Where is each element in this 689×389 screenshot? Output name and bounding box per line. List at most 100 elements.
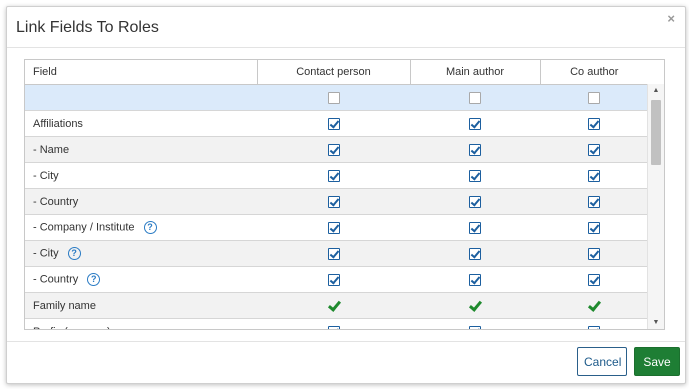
role-cell xyxy=(410,110,540,137)
checkmark-icon xyxy=(469,301,481,311)
checkbox-main[interactable] xyxy=(469,117,481,130)
role-cell xyxy=(257,162,410,189)
field-label: - City xyxy=(33,169,59,182)
field-label: - Company / Institute xyxy=(33,221,135,234)
checkmark-icon xyxy=(328,301,340,311)
help-icon[interactable]: ? xyxy=(67,247,81,260)
header-row: Field Contact person Main author Co auth… xyxy=(25,60,648,85)
checkbox-co[interactable] xyxy=(588,325,600,329)
role-cell xyxy=(540,266,648,293)
checkbox-co[interactable] xyxy=(588,195,600,208)
field-cell: - Company / Institute? xyxy=(25,214,257,241)
column-header-contact-person[interactable]: Contact person xyxy=(257,60,411,85)
checkbox-contact[interactable] xyxy=(327,169,340,182)
checkbox-contact[interactable] xyxy=(327,143,340,156)
role-cell xyxy=(540,240,648,267)
field-cell: - City? xyxy=(25,240,257,267)
field-cell: - Country? xyxy=(25,266,257,293)
checkbox-contact[interactable] xyxy=(327,195,340,208)
role-cell xyxy=(257,292,410,319)
filter-cell xyxy=(257,84,410,111)
checkbox-main[interactable] xyxy=(469,247,481,260)
column-header-field[interactable]: Field xyxy=(25,60,258,85)
field-cell: Affiliations xyxy=(25,110,257,137)
filter-cell xyxy=(410,84,540,111)
cancel-button[interactable]: Cancel xyxy=(577,347,627,376)
checkbox-main[interactable] xyxy=(469,195,481,208)
checkbox-main[interactable] xyxy=(469,143,481,156)
table-row: Affiliations xyxy=(25,110,648,137)
vertical-scrollbar[interactable]: ▲ ▼ xyxy=(647,84,664,329)
field-cell: - Country xyxy=(25,188,257,215)
scrollbar-thumb[interactable] xyxy=(651,100,661,165)
checkbox-main[interactable] xyxy=(469,325,481,329)
role-cell xyxy=(410,162,540,189)
role-cell xyxy=(540,214,648,241)
field-cell: - Name xyxy=(25,136,257,163)
role-cell xyxy=(410,318,540,329)
filter-cell xyxy=(540,84,648,111)
table-row: - Company / Institute? xyxy=(25,214,648,241)
role-cell xyxy=(410,240,540,267)
scroll-down-icon[interactable]: ▼ xyxy=(648,319,664,326)
role-cell xyxy=(540,318,648,329)
field-label: - City xyxy=(33,247,59,260)
grid-body: Field Contact person Main author Co auth… xyxy=(25,60,648,330)
checkbox-contact[interactable] xyxy=(327,325,340,329)
role-cell xyxy=(410,292,540,319)
role-cell xyxy=(410,136,540,163)
role-cell xyxy=(540,110,648,137)
role-cell xyxy=(410,214,540,241)
filter-row xyxy=(25,84,648,111)
checkbox-main[interactable] xyxy=(469,273,481,286)
table-row: - City xyxy=(25,162,648,189)
filter-checkbox-contact[interactable] xyxy=(327,91,340,104)
field-cell: - City xyxy=(25,162,257,189)
field-label: Affiliations xyxy=(33,117,83,130)
filter-checkbox-co[interactable] xyxy=(588,91,600,104)
checkbox-co[interactable] xyxy=(588,273,600,286)
role-cell xyxy=(257,240,410,267)
field-label: - Name xyxy=(33,143,70,156)
table-row: - Country xyxy=(25,188,648,215)
role-cell xyxy=(257,136,410,163)
checkbox-contact[interactable] xyxy=(327,247,340,260)
dialog-title: Link Fields To Roles xyxy=(16,19,159,36)
checkbox-co[interactable] xyxy=(588,143,600,156)
checkbox-co[interactable] xyxy=(588,247,600,260)
checkbox-contact[interactable] xyxy=(327,273,340,286)
table-row: - Name xyxy=(25,136,648,163)
role-cell xyxy=(410,188,540,215)
help-icon[interactable]: ? xyxy=(87,273,101,286)
checkbox-co[interactable] xyxy=(588,221,600,234)
save-button[interactable]: Save xyxy=(634,347,680,376)
link-fields-dialog: Link Fields To Roles × Field Contact per… xyxy=(6,6,686,384)
filter-field-cell xyxy=(25,84,257,111)
checkbox-contact[interactable] xyxy=(327,221,340,234)
filter-checkbox-main[interactable] xyxy=(469,91,481,104)
table-row: Family name xyxy=(25,292,648,319)
role-cell xyxy=(257,266,410,293)
column-header-main-author[interactable]: Main author xyxy=(410,60,541,85)
close-icon[interactable]: × xyxy=(667,11,675,26)
checkbox-contact[interactable] xyxy=(327,117,340,130)
checkbox-main[interactable] xyxy=(469,169,481,182)
scroll-up-icon[interactable]: ▲ xyxy=(648,87,664,94)
role-cell xyxy=(540,188,648,215)
role-cell xyxy=(540,136,648,163)
checkbox-main[interactable] xyxy=(469,221,481,234)
checkbox-co[interactable] xyxy=(588,169,600,182)
help-icon[interactable]: ? xyxy=(143,221,157,234)
checkbox-co[interactable] xyxy=(588,117,600,130)
field-label: Prefix (e.g. van) xyxy=(33,326,111,330)
role-cell xyxy=(257,318,410,329)
role-cell xyxy=(257,188,410,215)
dialog-header: Link Fields To Roles × xyxy=(7,7,685,48)
column-header-co-author[interactable]: Co author xyxy=(540,60,648,85)
field-label: - Country xyxy=(33,195,79,208)
table-row: - City? xyxy=(25,240,648,267)
field-cell: Prefix (e.g. van) xyxy=(25,318,257,330)
checkmark-icon xyxy=(588,301,600,311)
field-cell: Family name xyxy=(25,292,257,319)
roles-table: Field Contact person Main author Co auth… xyxy=(25,60,648,330)
